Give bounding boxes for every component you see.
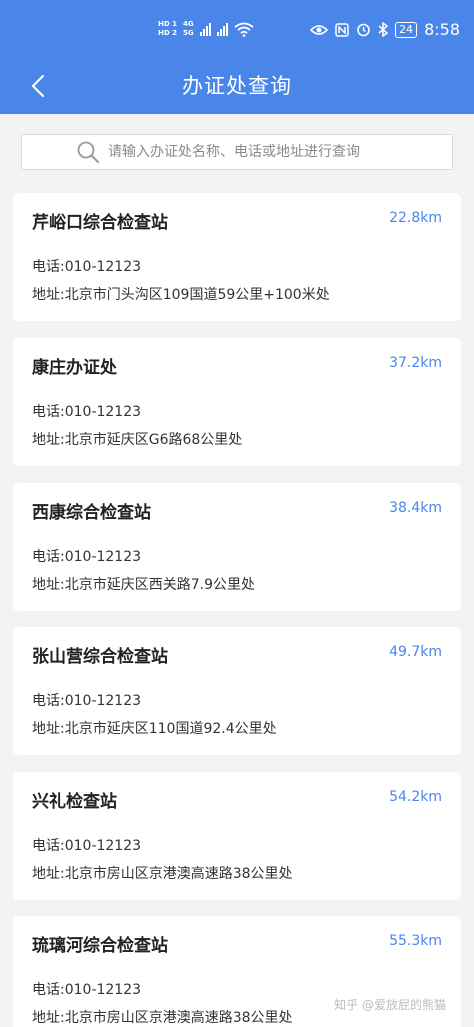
search-bar[interactable] — [21, 134, 453, 170]
station-distance: 54.2km — [389, 789, 442, 805]
station-name: 兴礼检查站 — [32, 792, 117, 812]
network-tags: 4G 5G — [183, 20, 194, 38]
nav-bar: 办证处查询 — [0, 62, 474, 110]
station-name: 张山营综合检查站 — [32, 647, 168, 667]
station-distance: 37.2km — [389, 355, 442, 371]
station-distance: 38.4km — [389, 500, 442, 516]
station-distance: 22.8km — [389, 210, 442, 226]
station-address: 地址:北京市门头沟区109国道59公里+100米处 — [32, 287, 330, 303]
station-phone: 电话:010-12123 — [32, 259, 142, 275]
clock: 8:58 — [424, 20, 460, 39]
station-distance: 49.7km — [389, 644, 442, 660]
station-name: 西康综合检查站 — [32, 503, 151, 523]
page-title: 办证处查询 — [182, 74, 292, 98]
network-tag-2: 5G — [182, 29, 194, 37]
sim-tags: HD 1 HD 2 — [158, 20, 177, 38]
alarm-icon — [357, 23, 370, 37]
station-card[interactable]: 芹峪口综合检查站 22.8km 电话:010-12123 地址:北京市门头沟区1… — [13, 193, 461, 321]
station-address: 地址:北京市延庆区西关路7.9公里处 — [32, 577, 255, 593]
status-right: 24 8:58 — [310, 20, 460, 39]
station-name: 芹峪口综合检查站 — [32, 213, 168, 233]
eye-icon — [310, 24, 329, 35]
station-address: 地址:北京市房山区京港澳高速路38公里处 — [32, 1010, 293, 1026]
network-tag-1: 4G — [182, 20, 194, 28]
signal-indicators: HD 1 HD 2 4G 5G — [158, 20, 254, 38]
cell-signal-2-icon — [216, 22, 228, 36]
search-icon — [77, 141, 99, 163]
station-card[interactable]: 康庄办证处 37.2km 电话:010-12123 地址:北京市延庆区G6路68… — [13, 338, 461, 466]
watermark: 知乎 @爱放屁的熊猫 — [334, 998, 446, 1012]
cell-signal-icon — [199, 22, 211, 36]
station-phone: 电话:010-12123 — [32, 693, 142, 709]
station-address: 地址:北京市延庆区110国道92.4公里处 — [32, 721, 277, 737]
station-card[interactable]: 西康综合检查站 38.4km 电话:010-12123 地址:北京市延庆区西关路… — [13, 483, 461, 611]
station-phone: 电话:010-12123 — [32, 404, 142, 420]
nfc-icon — [335, 22, 349, 37]
station-distance: 55.3km — [389, 933, 442, 949]
station-card[interactable]: 兴礼检查站 54.2km 电话:010-12123 地址:北京市房山区京港澳高速… — [13, 772, 461, 900]
station-card[interactable]: 张山营综合检查站 49.7km 电话:010-12123 地址:北京市延庆区11… — [13, 627, 461, 755]
station-address: 地址:北京市延庆区G6路68公里处 — [32, 432, 243, 448]
wifi-icon — [234, 22, 254, 37]
sim-tag-1: HD 1 — [158, 20, 177, 28]
station-phone: 电话:010-12123 — [32, 549, 142, 565]
battery-icon: 24 — [395, 21, 418, 38]
sim-tag-2: HD 2 — [158, 29, 177, 37]
search-input[interactable] — [108, 144, 398, 160]
header-bar: HD 1 HD 2 4G 5G 24 8:58 办证处查询 — [0, 0, 474, 114]
station-phone: 电话:010-12123 — [32, 838, 142, 854]
station-phone: 电话:010-12123 — [32, 982, 142, 998]
station-address: 地址:北京市房山区京港澳高速路38公里处 — [32, 866, 293, 882]
status-bar: HD 1 HD 2 4G 5G 24 8:58 — [0, 14, 474, 54]
station-name: 琉璃河综合检查站 — [32, 936, 168, 956]
bluetooth-icon — [378, 22, 389, 37]
station-name: 康庄办证处 — [32, 358, 117, 378]
